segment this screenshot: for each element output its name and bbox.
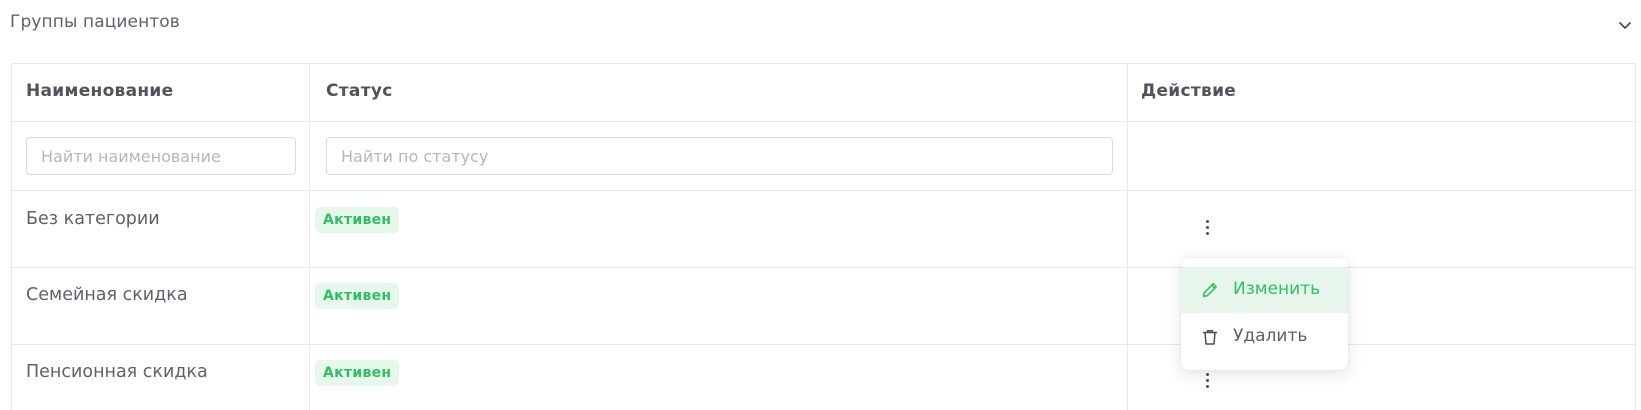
trash-icon <box>1202 330 1218 345</box>
section-title: Группы пациентов <box>10 12 180 32</box>
row-divider <box>12 121 1635 122</box>
column-header-action: Действие <box>1141 81 1237 101</box>
delete-menu-item[interactable]: Удалить <box>1181 314 1348 360</box>
row-divider <box>12 190 1635 191</box>
more-vertical-icon[interactable] <box>1197 366 1219 394</box>
edit-menu-label: Изменить <box>1233 279 1321 299</box>
row-divider <box>12 344 1635 345</box>
column-header-status[interactable]: Статус <box>326 81 393 101</box>
pencil-icon <box>1202 283 1217 298</box>
status-badge: Активен <box>315 360 400 386</box>
column-divider <box>309 64 310 410</box>
table-row-name: Без категории <box>26 209 160 229</box>
section-header[interactable]: Группы пациентов <box>0 0 1641 48</box>
patient-groups-table: Наименование Статус Действие Без категор… <box>11 63 1636 410</box>
edit-menu-item[interactable]: Изменить <box>1181 267 1348 313</box>
chevron-down-icon[interactable] <box>1616 16 1634 34</box>
row-action-menu: Изменить Удалить <box>1181 258 1348 370</box>
column-header-name[interactable]: Наименование <box>26 81 173 101</box>
name-filter-input[interactable] <box>26 137 296 175</box>
delete-menu-label: Удалить <box>1233 326 1308 346</box>
status-badge: Активен <box>315 283 400 309</box>
column-divider <box>1127 64 1128 410</box>
table-row-name: Семейная скидка <box>26 285 188 305</box>
row-divider <box>12 267 1635 268</box>
status-filter-input[interactable] <box>326 137 1113 175</box>
more-vertical-icon[interactable] <box>1197 213 1219 241</box>
status-badge: Активен <box>315 207 400 233</box>
table-row-name: Пенсионная скидка <box>26 362 208 382</box>
